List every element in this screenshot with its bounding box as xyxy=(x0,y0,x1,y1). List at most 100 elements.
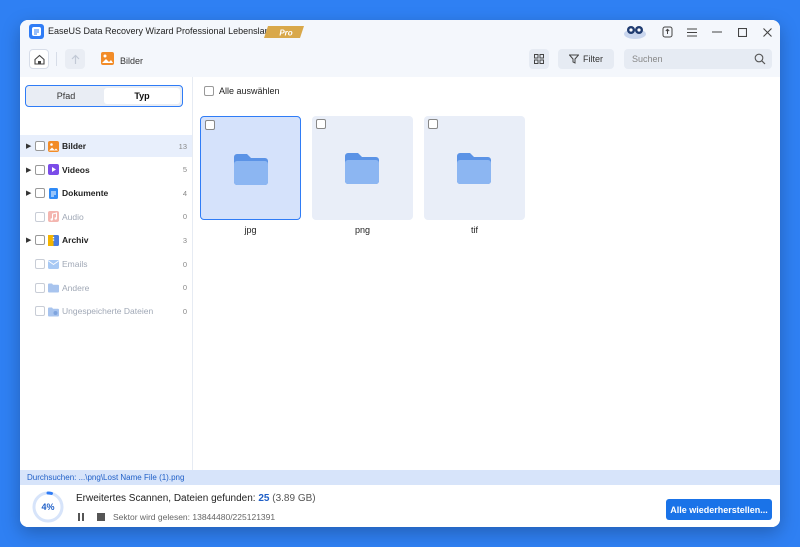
sidebar-item-ungespeicherte-dateien[interactable]: Ungespeicherte Dateien 0 xyxy=(20,300,192,322)
folder-checkbox[interactable] xyxy=(428,119,438,129)
sidebar-item-count: 0 xyxy=(182,306,187,316)
filter-label: Filter xyxy=(583,54,603,64)
filter-button[interactable]: Filter xyxy=(558,49,614,69)
scan-status-footer: 4% Erweitertes Scannen, Dateien gefunden… xyxy=(20,485,780,527)
sidebar-item-count: 13 xyxy=(178,141,187,151)
sidebar-item-count: 0 xyxy=(182,283,187,293)
image-icon xyxy=(48,140,59,152)
sidebar-item-label: Dokumente xyxy=(62,188,109,199)
image-icon xyxy=(101,52,114,65)
sidebar-item-count: 3 xyxy=(182,235,187,245)
expand-caret-icon[interactable]: ▶ xyxy=(26,166,32,174)
pause-button[interactable] xyxy=(78,513,88,523)
arrow-up-icon xyxy=(71,54,79,64)
expand-caret-icon[interactable]: ▶ xyxy=(26,236,32,244)
sidebar-item-label: Andere xyxy=(62,282,90,293)
scan-path-bar: Durchsuchen: ...\png\Lost Name File (1).… xyxy=(20,470,780,485)
folder-icon xyxy=(457,153,491,184)
pro-badge-label: Pro xyxy=(279,29,292,38)
found-count: 25 xyxy=(258,493,270,504)
scan-summary-text: Erweitertes Scannen, Dateien gefunden: xyxy=(76,493,259,504)
video-icon xyxy=(48,164,59,176)
minimize-icon[interactable] xyxy=(706,23,728,41)
expand-caret-icon[interactable]: ▶ xyxy=(26,142,32,150)
sidebar-item-label: Bilder xyxy=(62,141,87,151)
sidebar-item-audio[interactable]: Audio 0 xyxy=(20,206,192,228)
select-all-label: Alle auswählen xyxy=(219,86,280,96)
grid-view-icon xyxy=(534,54,544,64)
recover-all-button[interactable]: Alle wiederherstellen... xyxy=(666,499,772,520)
folder-tile-png[interactable] xyxy=(312,116,413,220)
folder-checkbox[interactable] xyxy=(316,119,326,129)
toolbar: Bilder Filter xyxy=(20,44,780,77)
search-input[interactable] xyxy=(632,52,752,66)
sidebar-item-archiv[interactable]: ▶ Archiv 3 xyxy=(20,229,192,251)
select-all[interactable]: Alle auswählen xyxy=(204,86,280,96)
breadcrumb[interactable]: Bilder xyxy=(120,56,143,66)
folder-label: jpg xyxy=(244,225,257,235)
folder-checkbox[interactable] xyxy=(205,120,215,130)
sidebar-item-andere[interactable]: Andere 0 xyxy=(20,277,192,299)
close-icon[interactable] xyxy=(756,23,778,41)
item-checkbox[interactable] xyxy=(35,141,45,151)
tab-path[interactable]: Pfad xyxy=(28,88,104,104)
maximize-icon[interactable] xyxy=(731,23,753,41)
expand-caret-icon[interactable]: ▶ xyxy=(26,189,32,197)
sidebar: Pfad Typ ▶ Bilder 13 ▶ Videos 5 ▶ Dokumente 4 Aud… xyxy=(20,77,193,470)
unsaved-files-icon xyxy=(48,307,59,317)
folder-label: tif xyxy=(470,225,478,235)
scan-summary: Erweitertes Scannen, Dateien gefunden: 2… xyxy=(76,493,316,504)
filter-icon xyxy=(569,54,579,64)
item-checkbox xyxy=(35,259,45,269)
sidebar-item-count: 4 xyxy=(182,188,187,198)
sidebar-item-videos[interactable]: ▶ Videos 5 xyxy=(20,159,192,181)
found-size: (3.89 GB) xyxy=(272,493,316,504)
other-folder-icon xyxy=(48,283,59,293)
folder-label: png xyxy=(354,225,371,235)
tab-type[interactable]: Typ xyxy=(104,88,180,104)
folder-icon xyxy=(234,154,268,185)
sidebar-item-count: 5 xyxy=(182,165,187,175)
home-button[interactable] xyxy=(29,49,49,69)
sidebar-item-label: Emails xyxy=(62,259,88,269)
sidebar-item-count: 0 xyxy=(182,212,187,222)
progress-percent: 4% xyxy=(41,502,55,512)
folder-tile-tif[interactable] xyxy=(424,116,525,220)
menu-icon[interactable] xyxy=(681,23,703,41)
home-icon xyxy=(33,54,45,65)
sidebar-item-count: 0 xyxy=(182,259,187,269)
app-window: EaseUS Data Recovery Wizard Professional… xyxy=(20,20,780,527)
sidebar-item-dokumente[interactable]: ▶ Dokumente 4 xyxy=(20,182,192,204)
folder-icon xyxy=(345,153,379,184)
up-level-button[interactable] xyxy=(65,49,85,69)
item-checkbox[interactable] xyxy=(35,188,45,199)
app-logo-icon xyxy=(29,24,44,39)
email-icon xyxy=(48,259,59,269)
sidebar-item-label: Archiv xyxy=(62,235,89,246)
item-checkbox xyxy=(35,211,45,222)
export-icon[interactable] xyxy=(656,23,678,41)
select-all-checkbox[interactable] xyxy=(204,86,214,96)
file-grid-area: Alle auswählen jpg png tif xyxy=(194,77,780,470)
folder-tile-jpg[interactable] xyxy=(200,116,301,220)
search-icon[interactable] xyxy=(754,53,766,65)
pro-badge: Pro xyxy=(264,26,304,38)
stop-button[interactable] xyxy=(97,513,105,521)
sidebar-item-bilder[interactable]: ▶ Bilder 13 xyxy=(20,135,192,157)
view-mode-switch: Pfad Typ xyxy=(25,85,183,107)
assistant-robot-icon[interactable] xyxy=(622,23,648,41)
audio-icon xyxy=(48,211,59,223)
item-checkbox[interactable] xyxy=(35,164,45,175)
search-box[interactable] xyxy=(624,49,772,69)
toolbar-divider xyxy=(56,52,57,66)
sidebar-item-emails[interactable]: Emails 0 xyxy=(20,253,192,275)
document-icon xyxy=(49,187,58,199)
sidebar-item-label: Ungespeicherte Dateien xyxy=(62,306,154,317)
item-checkbox xyxy=(35,306,45,317)
app-title: EaseUS Data Recovery Wizard Professional… xyxy=(48,26,275,36)
item-checkbox[interactable] xyxy=(35,235,45,246)
title-bar: EaseUS Data Recovery Wizard Professional… xyxy=(20,20,780,44)
view-toggle-button[interactable] xyxy=(529,49,549,69)
item-checkbox xyxy=(35,282,45,293)
sidebar-item-label: Audio xyxy=(62,211,84,222)
